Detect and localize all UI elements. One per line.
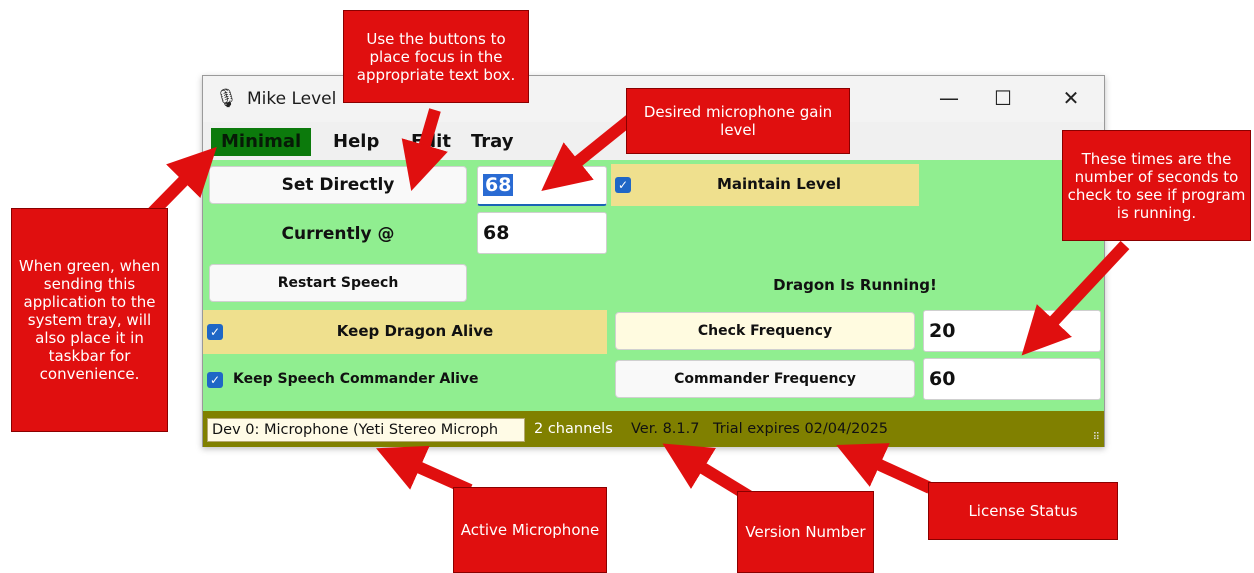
callout-green-tray: When green, when sending this applicatio…	[11, 208, 168, 432]
callout-gain-level: Desired microphone gain level	[626, 88, 850, 154]
callout-times: These times are the number of seconds to…	[1062, 130, 1251, 241]
arrow-active-mic	[376, 445, 473, 496]
callout-buttons-focus: Use the buttons to place focus in the ap…	[343, 10, 529, 103]
callout-license-status: License Status	[928, 482, 1118, 540]
arrow-gain-level	[541, 113, 636, 192]
callout-active-mic: Active Microphone	[453, 487, 607, 573]
arrow-buttons-focus	[401, 108, 448, 192]
callout-version-number: Version Number	[737, 491, 874, 573]
arrow-times	[1021, 240, 1130, 356]
arrow-license	[836, 443, 933, 494]
